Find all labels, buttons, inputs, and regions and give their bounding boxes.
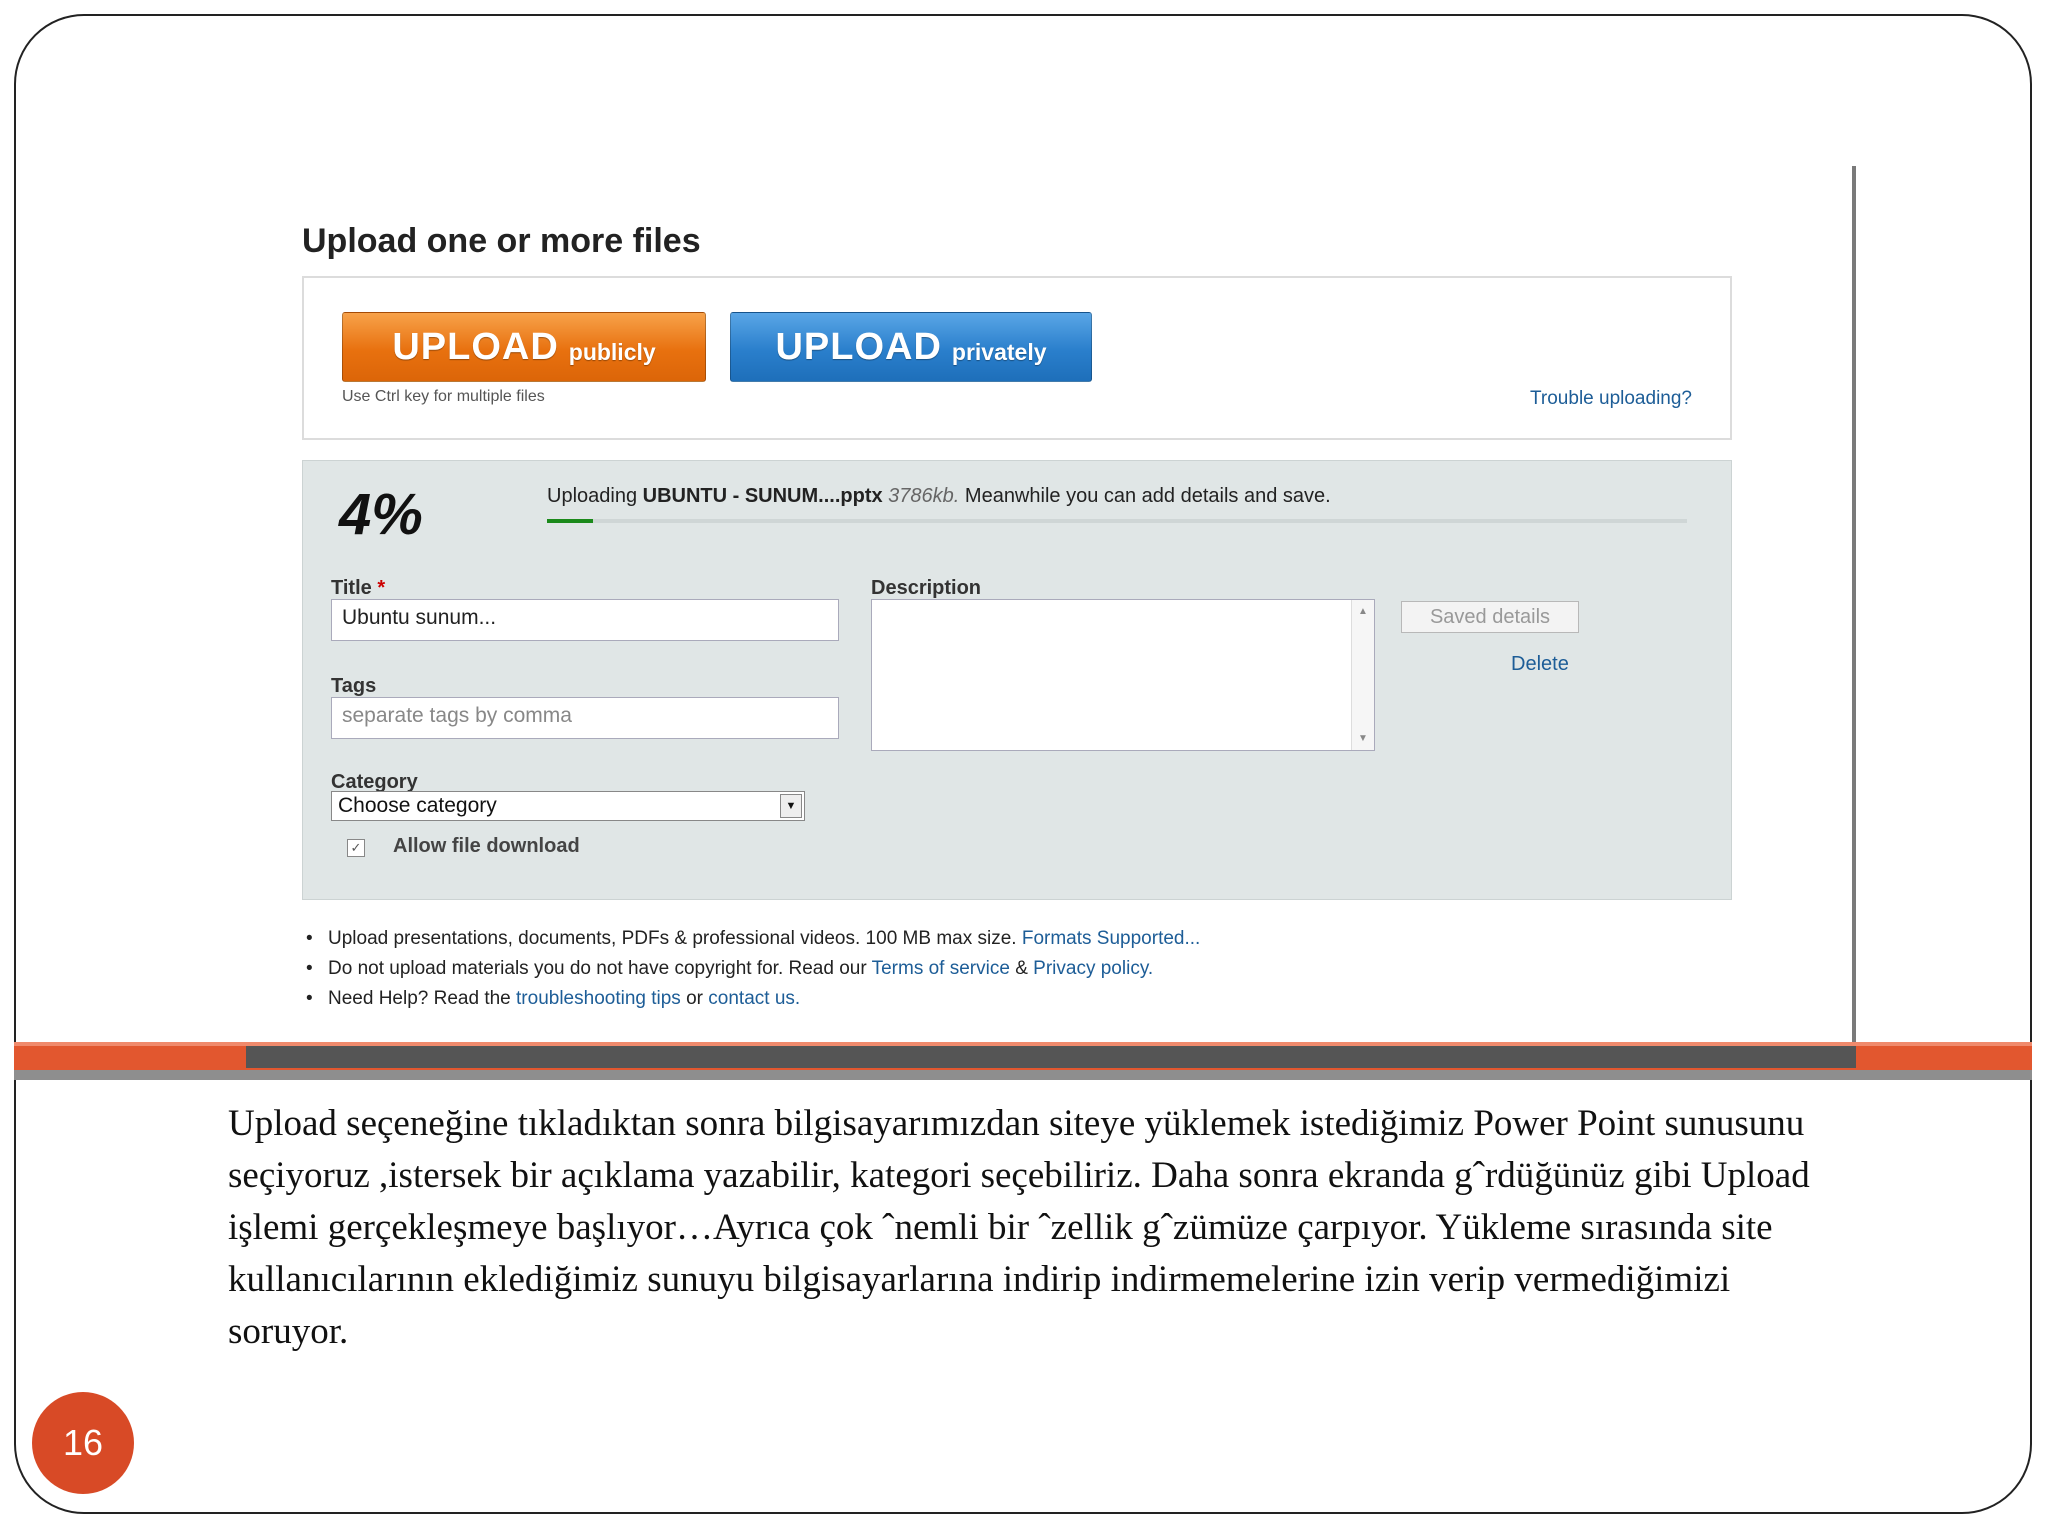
tags-label: Tags — [331, 675, 377, 697]
title-label-text: Title — [331, 577, 372, 599]
saved-details-button[interactable]: Saved details — [1401, 601, 1579, 633]
scroll-up-icon[interactable]: ▲ — [1358, 606, 1368, 617]
list-item: Upload presentations, documents, PDFs & … — [302, 924, 1200, 954]
scroll-down-icon[interactable]: ▼ — [1358, 733, 1368, 744]
upload-notes: Upload presentations, documents, PDFs & … — [302, 924, 1200, 1014]
upload-public-big-label: UPLOAD — [392, 325, 559, 368]
status-file-name: UBUNTU - SUNUM....pptx — [642, 485, 883, 507]
chevron-down-icon[interactable]: ▼ — [780, 794, 802, 818]
list-item: Need Help? Read the troubleshooting tips… — [302, 984, 1200, 1014]
progress-percent: 4% — [339, 482, 423, 547]
list-item: Do not upload materials you do not have … — [302, 954, 1200, 984]
note-text: Need Help? Read the — [328, 988, 511, 1009]
description-scrollbar[interactable]: ▲ ▼ — [1351, 600, 1374, 750]
description-label: Description — [871, 577, 982, 599]
progress-bar — [547, 519, 1687, 523]
upload-privately-button[interactable]: UPLOAD privately — [730, 312, 1092, 382]
title-input[interactable]: Ubuntu sunum... — [331, 599, 839, 641]
allow-download-checkbox[interactable]: ✓ — [347, 839, 365, 857]
upload-private-big-label: UPLOAD — [775, 325, 942, 368]
description-textarea[interactable]: ▲ ▼ — [871, 599, 1375, 751]
allow-download-label: Allow file download — [393, 835, 580, 857]
title-label: Title * — [331, 577, 385, 600]
divider-bar — [14, 1070, 2032, 1080]
upload-status: Uploading UBUNTU - SUNUM....pptx 3786kb.… — [547, 485, 1331, 508]
trouble-uploading-link[interactable]: Trouble uploading? — [1530, 388, 1692, 410]
terms-of-service-link[interactable]: Terms of service — [872, 958, 1010, 979]
progress-bar-fill — [547, 519, 593, 523]
privacy-policy-link[interactable]: Privacy policy. — [1033, 958, 1153, 979]
note-text: Upload presentations, documents, PDFs & … — [328, 928, 1017, 949]
screenshot-shadow-bottom — [246, 1046, 1856, 1068]
upload-public-small-label: publicly — [568, 338, 656, 365]
formats-supported-link[interactable]: Formats Supported... — [1022, 928, 1200, 949]
status-prefix: Uploading — [547, 485, 643, 507]
status-suffix: Meanwhile you can add details and save. — [964, 485, 1331, 507]
slide-caption: Upload seçeneğine tıkladıktan sonra bilg… — [228, 1103, 1810, 1352]
contact-us-link[interactable]: contact us. — [708, 988, 800, 1009]
upload-box: UPLOAD publicly UPLOAD privately Use Ctr… — [302, 276, 1732, 440]
troubleshooting-tips-link[interactable]: troubleshooting tips — [516, 988, 681, 1009]
upload-private-small-label: privately — [951, 338, 1047, 365]
note-text: Do not upload materials you do not have … — [328, 958, 867, 979]
upload-heading: Upload one or more files — [302, 222, 701, 260]
category-select-value: Choose category — [338, 794, 497, 817]
upload-publicly-button[interactable]: UPLOAD publicly — [342, 312, 706, 382]
tags-input[interactable]: separate tags by comma — [331, 697, 839, 739]
note-amp: & — [1015, 958, 1028, 979]
category-select[interactable]: Choose category ▼ — [331, 791, 805, 821]
multi-file-hint: Use Ctrl key for multiple files — [342, 388, 545, 405]
note-or: or — [686, 988, 703, 1009]
upload-progress-panel: 4% Uploading UBUNTU - SUNUM....pptx 3786… — [302, 460, 1732, 900]
page-number: 16 — [32, 1392, 134, 1494]
required-marker: * — [377, 577, 386, 599]
upload-screenshot: Upload one or more files UPLOAD publicly… — [226, 164, 1852, 1046]
status-file-size: 3786kb. — [888, 485, 960, 507]
delete-link[interactable]: Delete — [1511, 653, 1569, 676]
